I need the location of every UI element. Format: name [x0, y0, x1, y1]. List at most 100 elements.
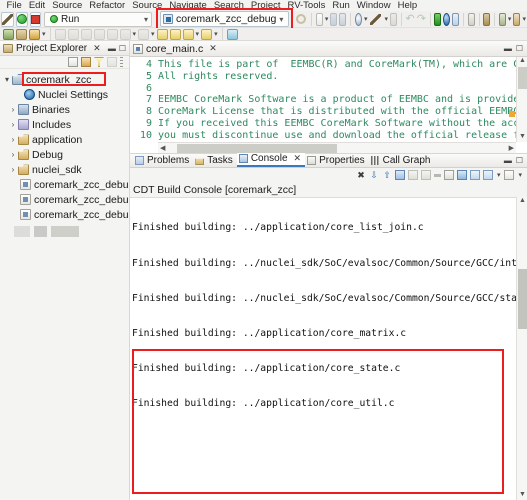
menu-item-refactor[interactable]: Refactor: [86, 1, 129, 11]
tree-node-debug[interactable]: › Debug: [0, 147, 129, 162]
scroll-lock-icon[interactable]: [394, 170, 405, 180]
chevron-down-icon[interactable]: ▾: [42, 30, 46, 38]
editor-horizontal-scrollbar[interactable]: ◀ ▶: [158, 142, 516, 153]
expand-arrow-icon[interactable]: ›: [8, 120, 18, 129]
scroll-down-arrow-icon[interactable]: ▼: [518, 491, 527, 500]
minimize-icon[interactable]: ▬: [504, 44, 512, 53]
run-green-icon[interactable]: [16, 11, 28, 27]
expand-arrow-icon[interactable]: ▾: [2, 75, 12, 84]
word-wrap-icon[interactable]: [420, 170, 431, 180]
build-wrench-icon[interactable]: [369, 12, 382, 27]
scrollbar-thumb[interactable]: [518, 269, 527, 329]
chevron-down-icon[interactable]: ▾: [325, 15, 329, 23]
chevron-down-icon[interactable]: ▾: [214, 30, 218, 38]
tab-tasks[interactable]: Tasks: [193, 155, 237, 167]
scroll-down-icon[interactable]: ⇩: [369, 170, 379, 180]
save-icon[interactable]: [330, 12, 338, 26]
scroll-up-icon[interactable]: ⇧: [382, 170, 392, 180]
tree-node-file-1[interactable]: coremark_zcc_debu: [0, 177, 129, 192]
tab-problems[interactable]: Problems: [133, 155, 193, 167]
menu-item-source[interactable]: Source: [49, 1, 86, 11]
filter-icon[interactable]: [94, 57, 104, 67]
dim-icon-5[interactable]: [106, 28, 118, 40]
dim-icon-6[interactable]: [119, 28, 131, 40]
maximize-icon[interactable]: ☐: [516, 156, 523, 165]
editor-vertical-scrollbar[interactable]: ▲ ▼: [516, 57, 527, 142]
new-file-icon[interactable]: [315, 12, 323, 26]
tab-properties[interactable]: Properties: [305, 155, 369, 167]
expand-arrow-icon[interactable]: ›: [8, 105, 18, 114]
console-vertical-scrollbar[interactable]: ▲ ▼: [516, 197, 527, 500]
menu-item-file[interactable]: File: [3, 1, 25, 11]
menu-item-edit[interactable]: Edit: [25, 1, 48, 11]
chevron-down-icon[interactable]: ▾: [144, 15, 151, 24]
stop-red-icon[interactable]: [30, 11, 41, 27]
terminal-green-icon[interactable]: [434, 12, 442, 26]
chevron-down-icon[interactable]: ▾: [364, 15, 368, 23]
expand-arrow-icon[interactable]: ›: [8, 150, 18, 159]
menu-item-window[interactable]: Window: [353, 1, 394, 11]
scroll-up-arrow-icon[interactable]: ▲: [518, 57, 527, 66]
maximize-icon[interactable]: ☐: [516, 44, 523, 53]
lock-icon[interactable]: [389, 12, 398, 26]
tree-node-nuclei-settings[interactable]: Nuclei Settings: [0, 87, 129, 102]
open-folder-icon[interactable]: [3, 28, 14, 40]
launch-config-combo[interactable]: coremark_zcc_debug ▾: [160, 11, 290, 27]
menu-item-run[interactable]: Run: [329, 1, 353, 11]
tab-console[interactable]: Console ✕: [236, 153, 306, 167]
perspective-alt-icon[interactable]: [513, 12, 521, 26]
scrollbar-thumb[interactable]: [518, 67, 527, 89]
menu-item-help[interactable]: Help: [394, 1, 421, 11]
dim-icon-2[interactable]: [67, 28, 79, 40]
editor-code-area[interactable]: 4 This file is part of EEMBC(R) and Core…: [130, 57, 527, 141]
scrollbar-thumb[interactable]: [177, 143, 338, 153]
view-menu-icon[interactable]: [107, 57, 117, 67]
new-console-view-icon[interactable]: [482, 170, 493, 180]
scroll-down-arrow-icon[interactable]: ▼: [518, 133, 527, 142]
yellow-icon-3[interactable]: [182, 28, 194, 40]
open-console-dropdown-icon[interactable]: [504, 170, 515, 180]
link-with-editor-icon[interactable]: [81, 57, 91, 67]
dim-icon-3[interactable]: [80, 28, 92, 40]
pin-console-icon[interactable]: [443, 170, 454, 180]
close-icon[interactable]: ✕: [93, 43, 101, 54]
expand-arrow-icon[interactable]: ›: [8, 135, 18, 144]
close-icon[interactable]: ✕: [209, 43, 217, 54]
expand-arrow-icon[interactable]: ›: [8, 165, 18, 174]
scroll-left-arrow-icon[interactable]: ◀: [158, 144, 165, 152]
tree-node-binaries[interactable]: › Binaries: [0, 102, 129, 117]
refresh-icon[interactable]: [483, 12, 491, 26]
teal-icon[interactable]: [226, 28, 238, 40]
yellow-icon-4[interactable]: [201, 28, 213, 40]
yellow-icon-1[interactable]: [156, 28, 168, 40]
tree-node-nuclei-sdk[interactable]: › nuclei_sdk: [0, 162, 129, 177]
folder-icon[interactable]: [16, 28, 27, 40]
chevron-down-icon[interactable]: ▾: [196, 30, 200, 38]
dim-icon-7[interactable]: [138, 28, 150, 40]
collapse-all-icon[interactable]: [68, 57, 78, 67]
view-options-icon[interactable]: [120, 57, 123, 67]
chevron-down-icon[interactable]: ▾: [279, 15, 286, 24]
window-icon[interactable]: [452, 12, 460, 26]
scroll-right-arrow-icon[interactable]: ▶: [509, 144, 516, 152]
dim-icon-4[interactable]: [93, 28, 105, 40]
clear-console-icon[interactable]: [407, 170, 418, 180]
tree-node-includes[interactable]: › Includes: [0, 117, 129, 132]
display-console-icon[interactable]: [456, 170, 467, 180]
yellow-icon-2[interactable]: [169, 28, 181, 40]
console-output[interactable]: Finished building: ../application/core_l…: [130, 197, 527, 500]
blue-globe-icon[interactable]: [443, 12, 451, 26]
minimize-icon[interactable]: ▬: [108, 44, 116, 53]
dim-icon-1[interactable]: [54, 28, 66, 40]
maximize-icon[interactable]: ☐: [119, 44, 126, 53]
tree-node-coremark-zcc[interactable]: ▾ coremark_zcc: [0, 72, 129, 87]
gear-icon[interactable]: [295, 12, 307, 26]
run-mode-combo[interactable]: Run ▾: [44, 11, 152, 27]
open-console-icon[interactable]: [469, 170, 480, 180]
tree-node-application[interactable]: › application: [0, 132, 129, 147]
save-all-icon[interactable]: [339, 12, 347, 26]
tab-call-graph[interactable]: Call Graph: [369, 155, 435, 167]
chevron-down-icon[interactable]: ▾: [497, 171, 501, 179]
chevron-down-icon[interactable]: ▾: [522, 15, 526, 23]
wrench-icon[interactable]: [1, 11, 14, 27]
